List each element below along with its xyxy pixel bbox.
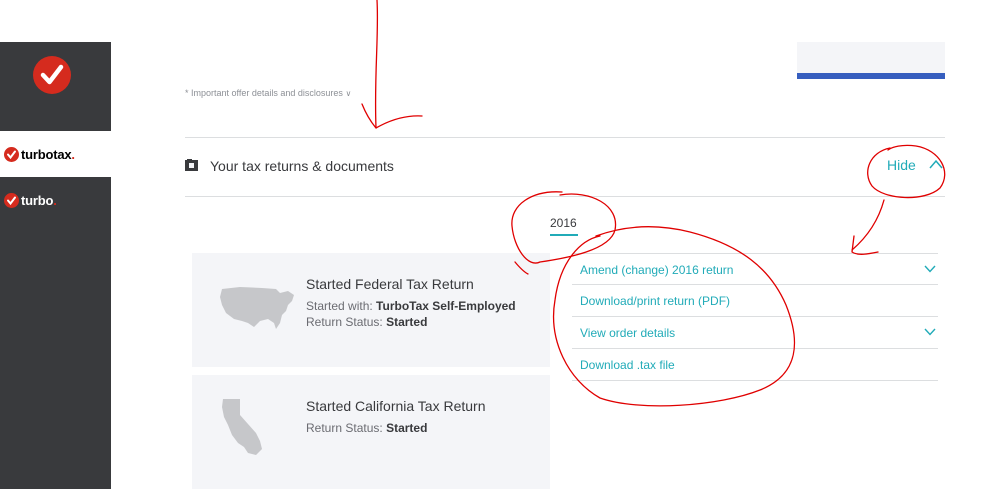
chevron-up-icon[interactable]	[929, 159, 943, 169]
download-tax-file-link[interactable]: Download .tax file	[580, 358, 675, 372]
documents-folder-icon	[185, 159, 198, 171]
action-amend-return[interactable]: Amend (change) 2016 return	[572, 253, 938, 285]
tab-year-2016[interactable]: 2016	[550, 216, 577, 230]
federal-return-card: Started Federal Tax Return Started with:…	[192, 253, 550, 367]
disclosure-text: * Important offer details and disclosure…	[185, 88, 343, 98]
turbo-check-icon	[4, 193, 19, 208]
divider	[185, 137, 945, 138]
sidebar-item-turbotax[interactable]: turbotax.	[0, 131, 111, 177]
action-download-tax-file[interactable]: Download .tax file	[572, 349, 938, 381]
chevron-down-icon[interactable]	[924, 265, 936, 273]
annotation-arrow-hide	[851, 199, 885, 251]
turbotax-wordmark: turbotax	[21, 147, 72, 162]
california-map-icon	[222, 399, 262, 455]
amend-return-link[interactable]: Amend (change) 2016 return	[580, 263, 733, 277]
return-actions-list: Amend (change) 2016 return Download/prin…	[572, 253, 938, 381]
return-status-line: Return Status: Started	[306, 421, 427, 435]
turbo-wordmark-dot: .	[53, 193, 57, 208]
annotation-arrow-down	[374, 0, 379, 129]
return-title: Started Federal Tax Return	[306, 276, 474, 292]
top-offer-banner	[797, 42, 945, 79]
return-title: Started California Tax Return	[306, 398, 486, 414]
turbotax-check-logo-icon[interactable]	[33, 56, 71, 94]
started-with-line: Started with: TurboTax Self-Employed	[306, 299, 516, 313]
annotation-arrow-hide-head	[851, 235, 879, 255]
usa-map-icon	[220, 287, 294, 329]
turbo-wordmark: turbo	[21, 193, 54, 208]
california-return-card: Started California Tax Return Return Sta…	[192, 375, 550, 489]
sidebar-nav: turbo.	[0, 177, 111, 489]
started-with-value: TurboTax Self-Employed	[376, 299, 516, 313]
return-status-line: Return Status: Started	[306, 315, 427, 329]
sidebar-item-turbo[interactable]: turbo.	[4, 193, 57, 208]
return-status-label: Return Status:	[306, 315, 383, 329]
section-title: Your tax returns & documents	[210, 158, 394, 174]
return-status-value: Started	[386, 421, 428, 435]
turbotax-wordmark-dot: .	[71, 147, 75, 162]
offer-disclosure-link[interactable]: * Important offer details and disclosure…	[185, 88, 351, 98]
annotation-arrow-head	[361, 103, 423, 129]
divider	[185, 196, 945, 197]
sidebar-logo-panel	[0, 42, 111, 131]
hide-section-button[interactable]: Hide	[887, 157, 916, 173]
turbotax-check-icon	[4, 147, 19, 162]
action-view-order[interactable]: View order details	[572, 317, 938, 349]
chevron-down-icon[interactable]	[924, 328, 936, 336]
download-print-return-link[interactable]: Download/print return (PDF)	[580, 294, 730, 308]
return-status-value: Started	[386, 315, 428, 329]
action-download-pdf[interactable]: Download/print return (PDF)	[572, 285, 938, 317]
active-tab-indicator	[550, 234, 578, 236]
return-status-label: Return Status:	[306, 421, 383, 435]
chevron-down-icon: ∨	[345, 89, 352, 98]
view-order-details-link[interactable]: View order details	[580, 326, 675, 340]
started-with-label: Started with:	[306, 299, 373, 313]
